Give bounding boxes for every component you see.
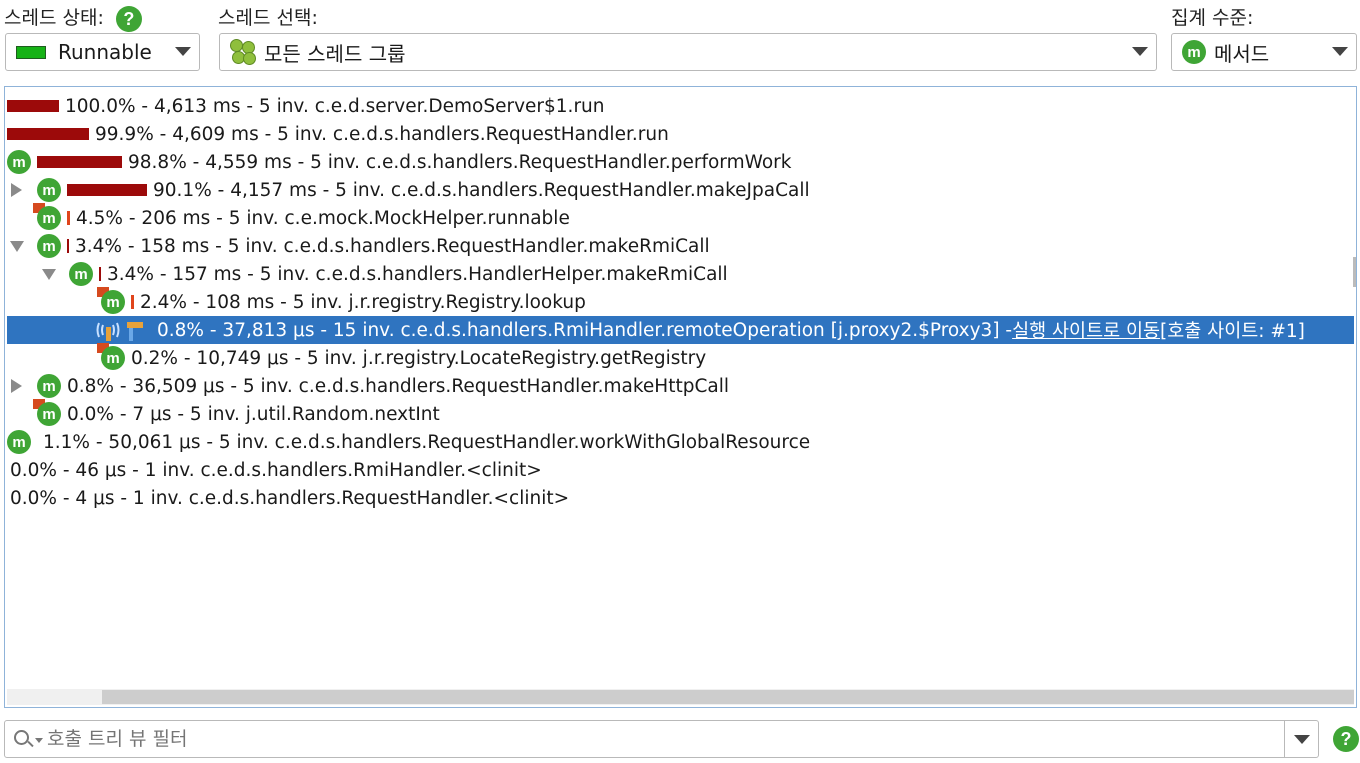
aggregation-select[interactable]: m 메서드 <box>1171 33 1357 71</box>
chevron-down-icon <box>1332 47 1348 56</box>
tree-row[interactable]: 99.9% - 4,609 ms - 5 inv. c.e.d.s.handle… <box>7 120 669 148</box>
method-icon-wrap: m <box>97 343 125 370</box>
call-site-text: [호출 사이트: #1] <box>1160 321 1305 342</box>
percent-bar <box>67 211 70 225</box>
method-icon-wrap: m <box>97 287 125 314</box>
thread-state-label: 스레드 상태: ? <box>4 3 142 32</box>
row-text: 3.4% - 157 ms - 5 inv. c.e.d.s.handlers.… <box>107 263 728 285</box>
chevron-down-icon <box>42 269 56 280</box>
tree-row[interactable]: m 0.2% - 10,749 μs - 5 inv. j.r.registry… <box>97 343 707 372</box>
method-icon: m <box>37 374 61 398</box>
collapse-toggle[interactable] <box>41 260 69 288</box>
tree-row[interactable]: m 0.8% - 36,509 μs - 5 inv. c.e.d.s.hand… <box>9 372 729 400</box>
row-text: 0.2% - 10,749 μs - 5 inv. j.r.registry.L… <box>131 347 707 369</box>
tree-row[interactable]: 0.0% - 4 μs - 1 inv. c.e.d.s.handlers.Re… <box>10 484 569 512</box>
method-icon: m <box>37 206 61 230</box>
row-text: 0.8% - 36,509 μs - 5 inv. c.e.d.s.handle… <box>67 375 729 397</box>
row-text: 99.9% - 4,609 ms - 5 inv. c.e.d.s.handle… <box>95 123 669 145</box>
filter-input[interactable] <box>45 727 1245 751</box>
thread-state-value: Runnable <box>58 40 152 64</box>
thread-state-select[interactable]: Runnable <box>5 33 200 71</box>
filter-history-dropdown[interactable] <box>1284 721 1318 757</box>
row-text: 1.1% - 50,061 μs - 5 inv. c.e.d.s.handle… <box>43 431 811 453</box>
method-icon: m <box>101 346 125 370</box>
percent-bar <box>7 128 89 140</box>
method-icon-wrap: m <box>69 262 93 286</box>
chevron-right-icon <box>11 379 22 393</box>
method-icon-wrap: m <box>37 178 61 202</box>
percent-bar <box>7 100 59 112</box>
percent-bar <box>67 239 69 253</box>
method-icon-wrap: m <box>33 399 61 426</box>
expand-toggle[interactable] <box>9 372 37 400</box>
thread-select-label: 스레드 선택: <box>218 7 318 29</box>
tree-row[interactable]: m 4.5% - 206 ms - 5 inv. c.e.mock.MockHe… <box>33 203 570 232</box>
method-icon-wrap: m <box>37 234 61 258</box>
method-icon: m <box>7 150 31 174</box>
call-tree[interactable]: 100.0% - 4,613 ms - 5 inv. c.e.d.server.… <box>4 86 1357 708</box>
row-text: 0.0% - 46 μs - 1 inv. c.e.d.s.handlers.R… <box>10 459 542 481</box>
aggregation-value: 메서드 <box>1214 41 1270 66</box>
thread-group-value: 모든 스레드 그룹 <box>264 41 406 66</box>
tree-row[interactable]: m 1.1% - 50,061 μs - 5 inv. c.e.d.s.hand… <box>7 428 810 456</box>
tree-row[interactable]: m 0.0% - 7 μs - 5 inv. j.util.Random.nex… <box>33 399 440 428</box>
method-icon: m <box>101 290 125 314</box>
tree-row-selected[interactable]: 0.8% - 37,813 μs - 15 inv. c.e.d.s.handl… <box>7 316 1354 344</box>
row-text: 90.1% - 4,157 ms - 5 inv. c.e.d.s.handle… <box>153 179 810 201</box>
method-icon-wrap: m <box>7 430 31 454</box>
method-icon: m <box>37 402 61 426</box>
runnable-state-icon <box>16 45 46 59</box>
method-icon: m <box>7 430 31 454</box>
method-icon: m <box>69 262 93 286</box>
vertical-scrollbar-marker[interactable] <box>1353 257 1356 287</box>
thread-state-label-text: 스레드 상태: <box>4 7 104 29</box>
thread-group-icon <box>230 39 256 65</box>
row-text: 2.4% - 108 ms - 5 inv. j.r.registry.Regi… <box>140 291 586 313</box>
percent-bar <box>37 156 122 168</box>
help-icon[interactable]: ? <box>115 5 142 32</box>
chevron-down-icon <box>1132 47 1148 56</box>
row-text: 0.8% - 37,813 μs - 15 inv. c.e.d.s.handl… <box>157 319 1013 341</box>
method-icon-wrap: m <box>7 150 31 174</box>
help-icon[interactable]: ? <box>1333 726 1359 752</box>
rmi-call-icon <box>95 317 147 343</box>
thread-group-select[interactable]: 모든 스레드 그룹 <box>219 33 1157 71</box>
method-icon: m <box>1182 40 1206 64</box>
row-text: 0.0% - 4 μs - 1 inv. c.e.d.s.handlers.Re… <box>10 487 570 509</box>
collapse-toggle[interactable] <box>9 232 37 260</box>
aggregation-label: 집계 수준: <box>1171 7 1254 29</box>
method-icon-wrap: m <box>37 374 61 398</box>
row-text: 4.5% - 206 ms - 5 inv. c.e.mock.MockHelp… <box>76 207 570 229</box>
method-icon-wrap: m <box>33 203 61 230</box>
tree-row[interactable]: m 2.4% - 108 ms - 5 inv. j.r.registry.Re… <box>97 287 586 316</box>
tree-row[interactable]: 100.0% - 4,613 ms - 5 inv. c.e.d.server.… <box>7 92 605 120</box>
percent-bar <box>99 267 101 281</box>
tree-row[interactable]: m 3.4% - 158 ms - 5 inv. c.e.d.s.handler… <box>9 232 710 260</box>
chevron-down-icon <box>175 47 191 56</box>
method-icon: m <box>37 234 61 258</box>
tree-row[interactable]: m 90.1% - 4,157 ms - 5 inv. c.e.d.s.hand… <box>9 176 810 204</box>
percent-bar <box>67 184 147 196</box>
horizontal-scrollbar-thumb[interactable] <box>102 690 1354 704</box>
method-icon: m <box>37 178 61 202</box>
go-to-execution-site-link[interactable]: 실행 사이트로 이동 <box>1012 317 1160 343</box>
percent-bar <box>131 295 134 309</box>
chevron-right-icon <box>11 183 22 197</box>
row-text: 98.8% - 4,559 ms - 5 inv. c.e.d.s.handle… <box>128 151 792 173</box>
search-icon[interactable] <box>11 724 45 754</box>
row-text: 0.0% - 7 μs - 5 inv. j.util.Random.nextI… <box>67 403 440 425</box>
horizontal-scrollbar[interactable] <box>7 689 1354 705</box>
tree-row[interactable]: 0.0% - 46 μs - 1 inv. c.e.d.s.handlers.R… <box>10 456 542 484</box>
row-text: 3.4% - 158 ms - 5 inv. c.e.d.s.handlers.… <box>75 235 710 257</box>
expand-toggle[interactable] <box>9 176 37 204</box>
tree-row[interactable]: m 98.8% - 4,559 ms - 5 inv. c.e.d.s.hand… <box>7 148 791 176</box>
chevron-down-icon <box>10 241 24 252</box>
row-text: 100.0% - 4,613 ms - 5 inv. c.e.d.server.… <box>65 95 605 117</box>
call-tree-filter[interactable] <box>4 720 1319 758</box>
tree-row[interactable]: m 3.4% - 157 ms - 5 inv. c.e.d.s.handler… <box>41 260 728 288</box>
